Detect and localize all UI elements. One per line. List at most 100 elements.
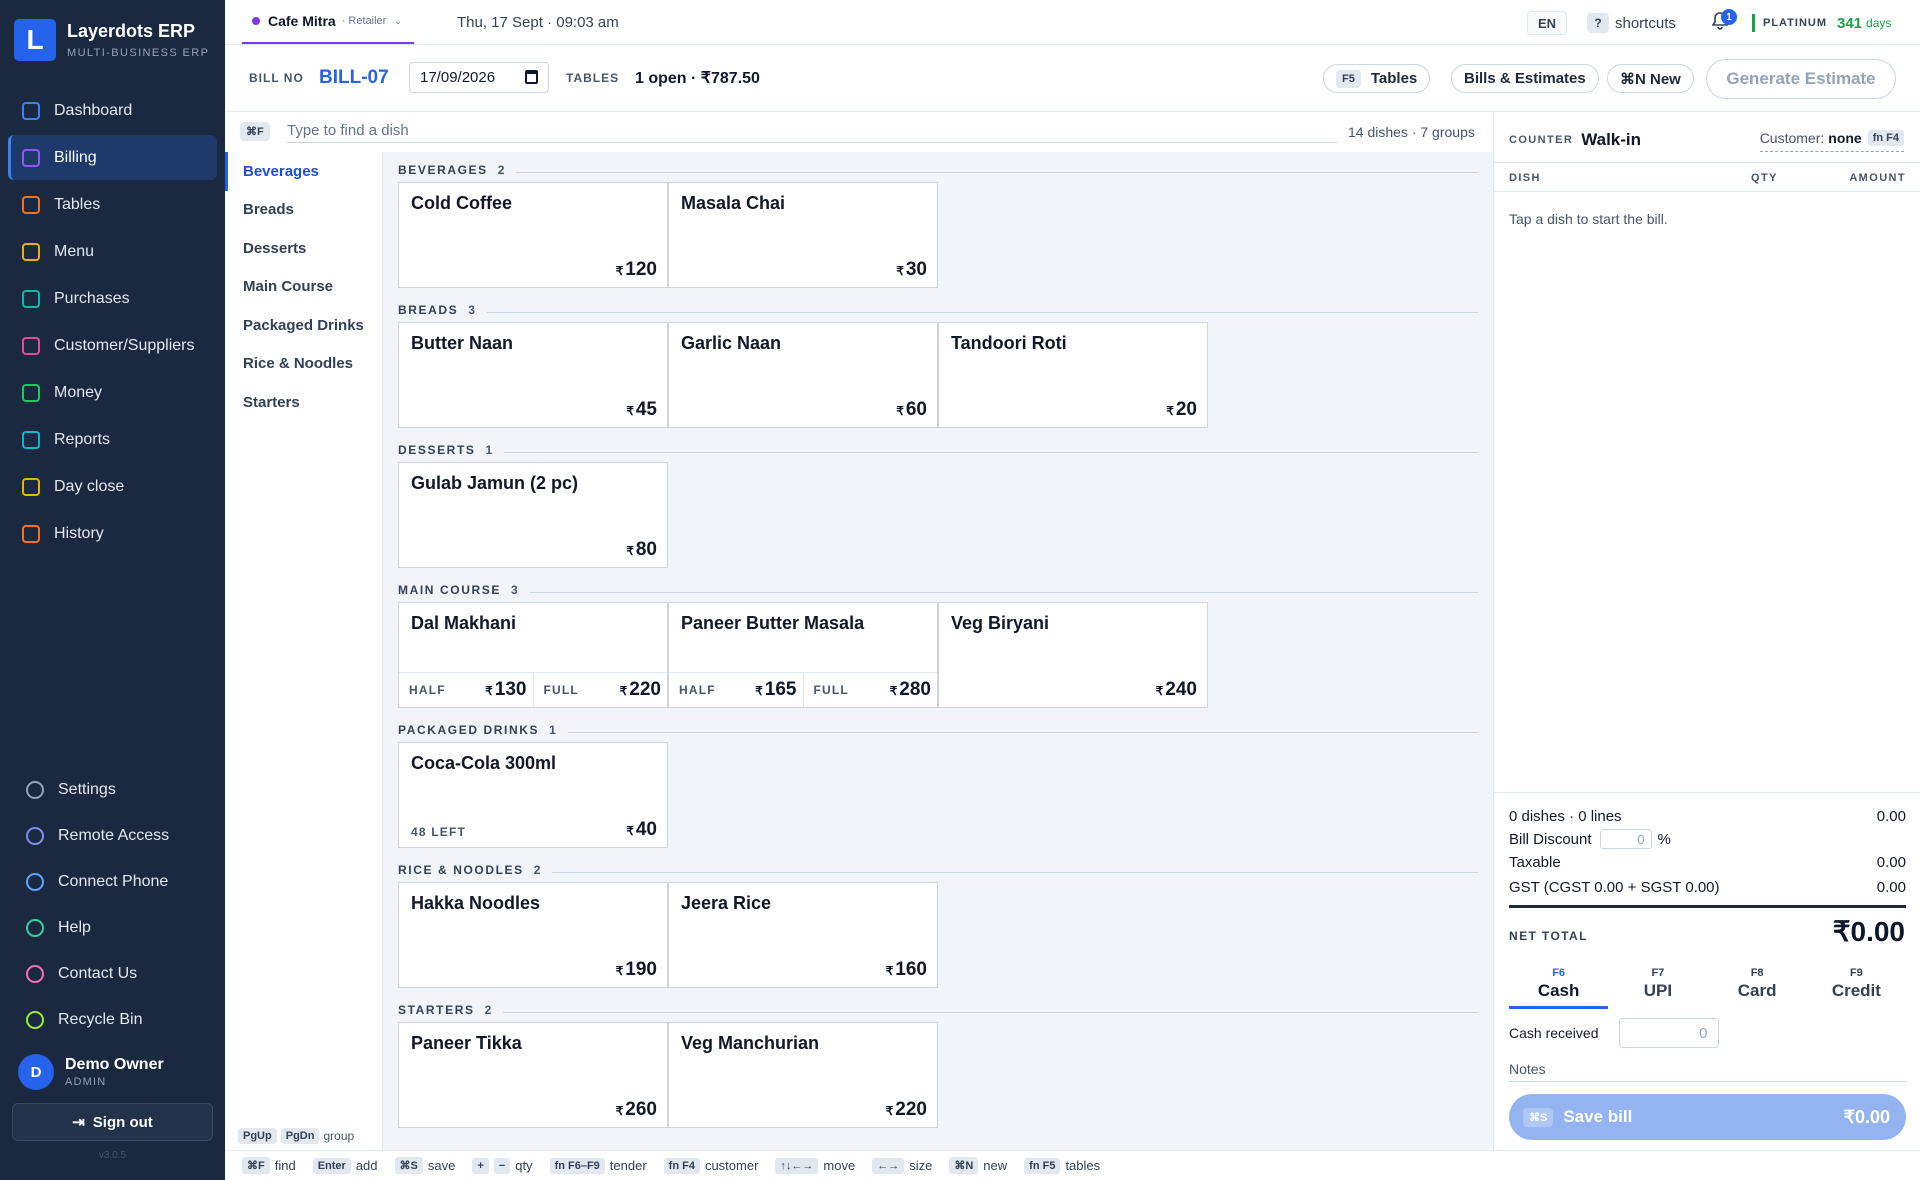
nav-item-label: Help [58, 919, 91, 936]
nav-item-settings[interactable]: Settings [8, 768, 217, 812]
notes-field[interactable]: Notes [1509, 1058, 1906, 1082]
dish-search-bar: ⌘F 14 dishes · 7 groups [225, 112, 1493, 152]
dish-card[interactable]: Gulab Jamun (2 pc) ₹80 [398, 462, 668, 568]
shortcuts-button[interactable]: ? shortcuts [1587, 11, 1676, 35]
dish-price-value: 40 [635, 819, 657, 840]
dish-card[interactable]: Jeera Rice ₹160 [668, 882, 938, 988]
group-item-beverages[interactable]: Beverages [225, 152, 382, 191]
dish-card[interactable]: Veg Manchurian ₹220 [668, 1022, 938, 1128]
tables-button[interactable]: F5 Tables [1323, 64, 1431, 93]
bill-lines-header: DISH QTY AMOUNT [1494, 162, 1920, 192]
new-bill-button[interactable]: ⌘N New [1607, 64, 1694, 93]
dish-price: ₹260 [616, 1099, 657, 1121]
dish-card[interactable]: Cold Coffee ₹120 [398, 182, 668, 288]
bill-date-field[interactable]: 17/09/2026 [409, 62, 549, 93]
dish-price: ₹80 [626, 539, 657, 561]
generate-estimate-button[interactable]: Generate Estimate [1706, 59, 1896, 99]
rupee-icon: ₹ [626, 544, 634, 558]
nav-item-connect-phone[interactable]: Connect Phone [8, 860, 217, 904]
shortcut-hint: + − qty [472, 1157, 533, 1174]
nav-item-contact-us[interactable]: Contact Us [8, 952, 217, 996]
shortcut-key: ←→ [872, 1157, 905, 1174]
dish-card[interactable]: Hakka Noodles ₹190 [398, 882, 668, 988]
group-item-desserts[interactable]: Desserts [225, 229, 382, 268]
dish-card[interactable]: Garlic Naan ₹60 [668, 322, 938, 428]
nav-item-label: Settings [58, 781, 116, 798]
tender-tab-credit[interactable]: F9 Credit [1807, 965, 1906, 1009]
bill-discount-input[interactable] [1599, 829, 1652, 849]
tables-shortcut-key: F5 [1336, 69, 1361, 88]
dish-price: ₹160 [886, 959, 927, 981]
nav-item-remote-access[interactable]: Remote Access [8, 814, 217, 858]
group-item-packaged-drinks[interactable]: Packaged Drinks [225, 306, 382, 345]
dish-price: ₹240 [1156, 679, 1197, 701]
nav-item-recycle-bin[interactable]: Recycle Bin [8, 998, 217, 1042]
nav-item-day-close[interactable]: Day close [8, 464, 217, 509]
shortcut-hint-text: new [983, 1158, 1008, 1173]
dish-card[interactable]: Butter Naan ₹45 [398, 322, 668, 428]
section-count: 3 [468, 303, 475, 317]
bill-summary: 0 dishes · 0 lines 0.00 Bill Discount % … [1494, 792, 1920, 896]
sign-out-label: Sign out [92, 1113, 153, 1131]
nav-item-billing[interactable]: Billing [8, 135, 217, 180]
group-item-breads[interactable]: Breads [225, 191, 382, 230]
nav-item-purchases[interactable]: Purchases [8, 276, 217, 321]
nav-item-money[interactable]: Money [8, 370, 217, 415]
sign-out-button[interactable]: ⇥ Sign out [12, 1103, 213, 1141]
tables-label: TABLES [566, 71, 620, 85]
shortcut-key: ⌘S [394, 1157, 423, 1174]
shortcut-hint: ←→ size [872, 1157, 932, 1174]
cash-received-row: Cash received [1509, 1018, 1719, 1048]
section-count: 1 [549, 723, 556, 737]
tender-shortcut-key: F8 [1750, 967, 1764, 979]
tender-tab-upi[interactable]: F7 UPI [1608, 965, 1707, 1009]
dish-variant-full[interactable]: FULL ₹280 [804, 673, 938, 707]
dish-count: 14 dishes · 7 groups [1348, 124, 1475, 140]
dish-variant-half[interactable]: HALF ₹165 [669, 673, 804, 707]
tender-tab-cash[interactable]: F6 Cash [1509, 965, 1609, 1009]
group-item-main-course[interactable]: Main Course [225, 268, 382, 307]
dish-search-input[interactable] [287, 119, 1337, 143]
user-profile[interactable]: D Demo Owner ADMIN [18, 1054, 164, 1090]
customer-selector[interactable]: Customer: none fn F4 [1759, 130, 1904, 152]
dish-variant-half[interactable]: HALF ₹130 [399, 673, 534, 707]
nav-item-reports[interactable]: Reports [8, 417, 217, 462]
plan-days-unit: days [1866, 16, 1892, 30]
bills-estimates-button[interactable]: Bills & Estimates [1451, 64, 1599, 93]
dish-card[interactable]: Coca-Cola 300ml ₹40 48 LEFT [398, 742, 668, 848]
section-count: 2 [484, 1003, 492, 1017]
bill-header: BILL NO BILL-07 17/09/2026 TABLES 1 open… [225, 45, 1920, 112]
dish-card[interactable]: Paneer Butter Masala HALF ₹165 FULL ₹280 [668, 602, 938, 708]
shortcut-hint-text: tender [609, 1158, 647, 1173]
tender-label: Card [1737, 981, 1777, 1000]
dish-card[interactable]: Tandoori Roti ₹20 [938, 322, 1208, 428]
shortcut-hint: ⌘N new [949, 1157, 1007, 1174]
rupee-icon: ₹ [896, 264, 904, 278]
nav-item-menu[interactable]: Menu [8, 229, 217, 274]
menu-section: BEVERAGES 2 Cold Coffee ₹120 Masala Chai ₹30 [398, 160, 1478, 288]
dish-card[interactable]: Masala Chai ₹30 [668, 182, 938, 288]
nav-item-history[interactable]: History [8, 511, 217, 556]
cash-received-input[interactable] [1618, 1018, 1719, 1048]
dish-card[interactable]: Veg Biryani ₹240 [938, 602, 1208, 708]
tender-tab-card[interactable]: F8 Card [1708, 965, 1807, 1009]
nav-item-help[interactable]: Help [8, 906, 217, 950]
shortcut-hint: ⌘F find [242, 1157, 296, 1174]
group-item-rice-noodles[interactable]: Rice & Noodles [225, 345, 382, 384]
shop-switcher[interactable]: Cafe Mitra · Retailer ⌄ [242, 0, 414, 44]
dish-card[interactable]: Paneer Tikka ₹260 [398, 1022, 668, 1128]
dish-price-value: 240 [1165, 679, 1197, 700]
nav-item-label: Dashboard [54, 101, 133, 119]
app-version: v3.0.5 [98, 1150, 127, 1161]
dish-variant-full[interactable]: FULL ₹220 [534, 673, 668, 707]
nav-item-customer-suppliers[interactable]: Customer/Suppliers [8, 323, 217, 368]
app-tagline: MULTI-BUSINESS ERP [67, 47, 210, 59]
save-bill-button[interactable]: ⌘S Save bill ₹0.00 [1509, 1094, 1906, 1140]
dish-card[interactable]: Dal Makhani HALF ₹130 FULL ₹220 [398, 602, 668, 708]
nav-item-label: Recycle Bin [58, 1011, 143, 1028]
rupee-icon: ₹ [885, 1104, 894, 1118]
group-item-starters[interactable]: Starters [225, 383, 382, 422]
nav-item-dashboard[interactable]: Dashboard [8, 88, 217, 133]
language-button[interactable]: EN [1527, 11, 1568, 35]
nav-item-tables[interactable]: Tables [8, 182, 217, 227]
